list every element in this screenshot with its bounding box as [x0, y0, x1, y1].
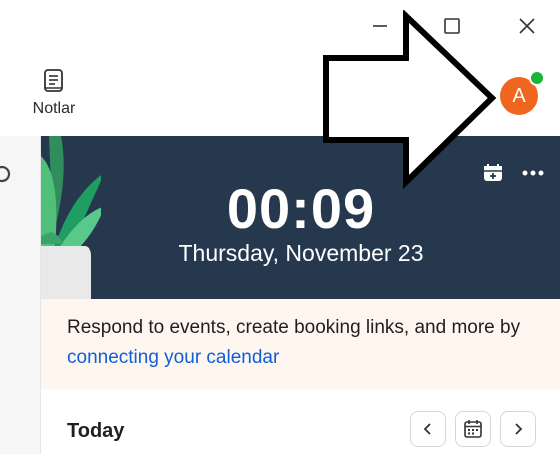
calendar-icon — [464, 420, 482, 438]
next-day-button[interactable] — [500, 411, 536, 447]
calendar-picker-button[interactable] — [455, 411, 491, 447]
settings-icon — [0, 165, 11, 183]
banner-text-block: Respond to events, create booking links,… — [67, 313, 537, 373]
more-icon — [522, 170, 544, 176]
banner-text: Respond to events, create booking links,… — [67, 317, 521, 338]
calendar-banner: Respond to events, create booking links,… — [41, 299, 560, 389]
plant-illustration — [41, 136, 101, 299]
previous-day-button[interactable] — [410, 411, 446, 447]
more-options-button[interactable] — [518, 158, 548, 188]
chevron-right-icon — [515, 423, 523, 435]
notes-button[interactable]: Notlar — [24, 68, 84, 124]
avatar-initial: A — [512, 84, 526, 107]
notes-icon — [44, 69, 63, 92]
left-rail — [0, 136, 41, 454]
chevron-left-icon — [423, 423, 431, 435]
agenda-header: Today — [41, 389, 560, 454]
connect-calendar-link[interactable]: connecting your calendar — [67, 347, 279, 368]
clock-date: Thursday, November 23 — [178, 240, 424, 266]
close-button[interactable] — [507, 8, 547, 44]
today-label: Today — [67, 420, 125, 442]
presence-indicator — [529, 70, 545, 86]
arrow-icon — [323, 10, 497, 190]
notes-label: Notlar — [32, 100, 76, 117]
close-icon — [519, 18, 535, 34]
